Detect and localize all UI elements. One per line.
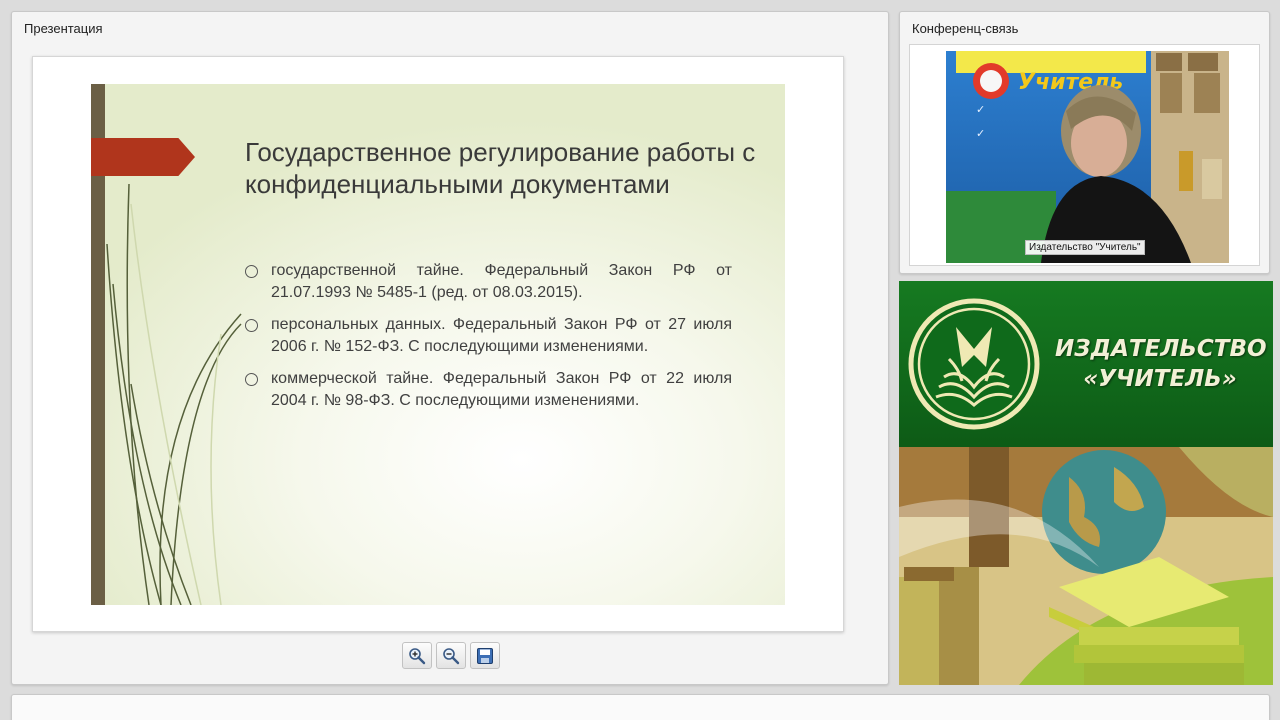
slide-viewer[interactable]: Государственное регулирование работы с к…: [32, 56, 844, 632]
slide-bullet-text: государственной тайне. Федеральный Закон…: [271, 262, 732, 301]
circle-bullet-icon: [245, 373, 258, 386]
save-icon: [477, 647, 493, 664]
circle-bullet-icon: [245, 265, 258, 278]
bottom-panel: [11, 694, 1270, 720]
publisher-name-line2: «УЧИТЕЛЬ»: [1083, 366, 1237, 392]
slide-bullet-list: государственной тайне. Федеральный Закон…: [245, 260, 732, 422]
presentation-panel: Презентация Государственное регулировани…: [11, 11, 889, 685]
publisher-name-line1: ИЗДАТЕЛЬСТВО: [1055, 336, 1267, 362]
zoom-out-icon: [443, 647, 460, 664]
zoom-in-icon: [409, 647, 426, 664]
banner-header: ИЗДАТЕЛЬСТВО «УЧИТЕЛЬ»: [899, 281, 1273, 447]
zoom-out-button[interactable]: [436, 642, 466, 669]
slide-bullet-item: коммерческой тайне. Федеральный Закон РФ…: [245, 368, 732, 412]
slide-bullet-text: коммерческой тайне. Федеральный Закон РФ…: [271, 370, 732, 409]
slide-bullet-item: персональных данных. Федеральный Закон Р…: [245, 314, 732, 358]
webcam-video[interactable]: Учитель ✓ ✓ Издательство "Учитель": [946, 51, 1229, 263]
save-button[interactable]: [470, 642, 500, 669]
publisher-banner: ИЗДАТЕЛЬСТВО «УЧИТЕЛЬ»: [899, 281, 1273, 685]
video-frame: Учитель ✓ ✓ Издательство "Учитель": [909, 44, 1260, 266]
conference-panel-title: Конференц-связь: [912, 21, 1019, 36]
slide-title: Государственное регулирование работы с к…: [245, 137, 756, 199]
slide-bullet-text: персональных данных. Федеральный Закон Р…: [271, 316, 732, 355]
circle-bullet-icon: [245, 319, 258, 332]
slide-arrow-shape: [91, 138, 195, 176]
publisher-logo-icon: [908, 298, 1040, 430]
conference-panel: Конференц-связь Учитель ✓ ✓ Издательство…: [899, 11, 1270, 274]
slide-bullet-item: государственной тайне. Федеральный Закон…: [245, 260, 732, 304]
video-caption: Издательство "Учитель": [1025, 240, 1145, 255]
banner-image: [899, 447, 1273, 685]
svg-text:✓: ✓: [976, 103, 985, 116]
svg-text:✓: ✓: [976, 127, 985, 140]
publisher-name: ИЗДАТЕЛЬСТВО «УЧИТЕЛЬ»: [1055, 334, 1267, 394]
webcam-scene: Учитель ✓ ✓: [946, 51, 1229, 263]
books-and-globe-illustration: [899, 447, 1273, 685]
zoom-in-button[interactable]: [402, 642, 432, 669]
slide: Государственное регулирование работы с к…: [91, 84, 785, 605]
presentation-toolbar: [402, 642, 500, 669]
presentation-panel-title: Презентация: [24, 21, 103, 36]
